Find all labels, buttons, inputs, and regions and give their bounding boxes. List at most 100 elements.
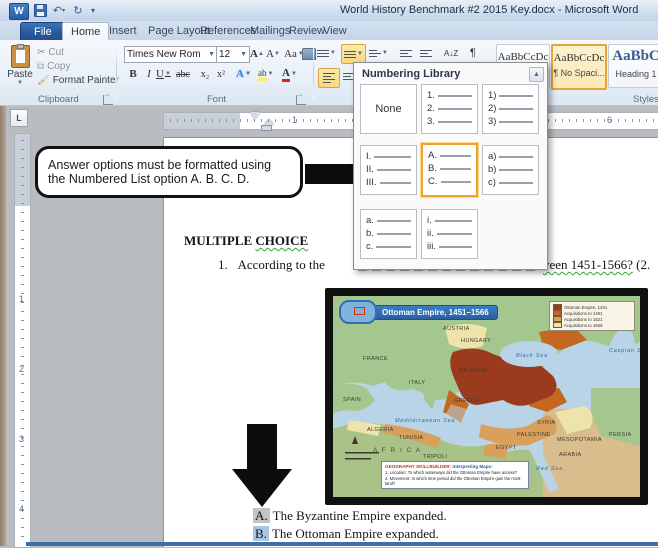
italic-button[interactable]: I <box>142 66 156 82</box>
map-label: SYRIA <box>537 420 556 426</box>
grow-font-button[interactable]: A ▲ <box>250 46 264 62</box>
vertical-ruler[interactable]: 1234 <box>14 133 31 548</box>
format-painter-button[interactable]: 🖌 Format Painter <box>37 74 119 87</box>
map-label: BALKANS <box>459 368 488 374</box>
save-button[interactable] <box>33 3 47 18</box>
copy-button[interactable]: ⧉ Copy <box>37 60 71 73</box>
answer-b: B. The Ottoman Empire expanded. <box>253 526 439 541</box>
clipboard-dialog-launcher[interactable] <box>103 95 113 105</box>
underline-button[interactable]: U ▼ <box>156 66 171 82</box>
scroll-up-button[interactable]: ▲ <box>529 67 544 82</box>
numbering-option-none[interactable]: None <box>360 84 417 134</box>
legend-swatch <box>553 322 562 328</box>
increase-indent-button[interactable] <box>419 45 433 61</box>
highlight-button[interactable]: ab ▼ <box>258 66 273 82</box>
strikethrough-button[interactable]: abc <box>176 66 190 82</box>
decrease-indent-button[interactable] <box>399 45 413 61</box>
map-label: PERSIA <box>609 432 632 438</box>
ruler-margin-area <box>164 113 240 129</box>
left-indent-marker[interactable] <box>261 125 272 131</box>
answer-b-letter: B. <box>253 526 269 541</box>
status-bar-edge <box>26 542 658 546</box>
group-divider <box>313 43 314 99</box>
numbering-button[interactable]: ▼ <box>341 44 366 64</box>
map-legend: Ottoman Empire, 1451 Acquisitions to 148… <box>549 301 635 331</box>
numbering-option-1p2p3p[interactable]: 1) 2) 3) <box>482 84 539 134</box>
style-chip-heading1[interactable]: AaBbC Heading 1 <box>608 44 658 88</box>
sort-button[interactable]: A↓Z <box>444 45 458 61</box>
map-label: SPAIN <box>343 397 362 403</box>
font-dialog-launcher[interactable] <box>296 95 306 105</box>
text-effects-button[interactable]: A ▼ <box>236 66 251 82</box>
shrink-font-button[interactable]: A ▼ <box>266 46 280 62</box>
numbering-option-123[interactable]: 1. 2. 3. <box>421 84 478 134</box>
numbering-option-roman-upper[interactable]: I. II. III. <box>360 145 417 195</box>
word-logo-icon: W <box>9 3 29 20</box>
align-left-button[interactable] <box>318 68 340 88</box>
map-label: ALGERIA <box>367 427 394 433</box>
map-label: PALESTINE <box>517 432 551 438</box>
styles-group-label: Styles <box>633 94 658 105</box>
redo-button[interactable]: ↻ <box>71 3 85 18</box>
question-text-right: veen 1451-1566? (2. <box>543 257 651 272</box>
answer-a: A. The Byzantine Empire expanded. <box>253 508 447 523</box>
show-paragraph-marks-button[interactable]: ¶ <box>466 45 480 61</box>
paste-dropdown-arrow[interactable]: ▼ <box>5 80 35 86</box>
multilevel-list-button[interactable]: ▼ <box>369 45 388 61</box>
bullets-icon <box>317 48 329 59</box>
paste-icon <box>10 44 30 68</box>
map-label: ARABIA <box>559 452 582 458</box>
numbering-option-abc-paren[interactable]: a) b) c) <box>482 145 539 195</box>
map-label: EGYPT <box>496 445 517 451</box>
map-label: Red Sea <box>536 466 564 472</box>
map-label: Black Sea <box>516 353 548 359</box>
bullets-button[interactable]: ▼ <box>317 45 336 61</box>
font-name-combo[interactable]: Times New Rom ▼ <box>124 46 218 63</box>
tab-file[interactable]: File <box>20 22 66 42</box>
paste-button[interactable]: Paste ▼ <box>5 44 35 100</box>
indent-icon <box>420 48 432 59</box>
map-image[interactable]: FRANCE SPAIN ITALY AUSTRIA HUNGARY BALKANS GRE… <box>325 288 648 505</box>
map-label: A F R I C A <box>373 447 422 454</box>
first-line-indent-marker[interactable] <box>250 112 260 119</box>
globe-locator-icon <box>339 300 377 324</box>
scissors-icon: ✂ <box>37 47 46 58</box>
cut-button[interactable]: ✂ Cut <box>37 46 64 59</box>
format-painter-icon: 🖌 <box>37 75 50 86</box>
clipboard-group-label: Clipboard <box>38 94 79 105</box>
map-label: Caspian Sea <box>609 348 640 354</box>
style-chip-no-spacing[interactable]: AaBbCcDc ¶ No Spaci... <box>551 44 607 90</box>
redo-icon: ↻ <box>73 5 83 17</box>
font-size-combo[interactable]: 12 ▼ <box>216 46 250 63</box>
bold-button[interactable]: B <box>126 66 140 82</box>
map-label: GREECE <box>454 398 480 404</box>
numbering-library-dropdown: Numbering Library ▲ None 1. 2. 3. 1) 2) … <box>353 62 548 270</box>
multilevel-icon <box>369 48 381 59</box>
map-label: AUSTRIA <box>443 326 470 332</box>
numbering-option-abc-period[interactable]: a. b. c. <box>360 209 417 259</box>
paste-label: Paste <box>7 69 33 80</box>
heading-multiple-choice: MULTIPLE CHOICE <box>184 233 309 248</box>
tab-insert[interactable]: Insert <box>101 22 145 40</box>
ribbon-tab-row: File Home Insert Page Layout References … <box>0 21 658 42</box>
numbering-option-ABC-selected[interactable]: A. B. C. <box>421 143 478 197</box>
map-label: Mediterranean Sea <box>395 418 456 424</box>
ruler-margin-area <box>15 134 30 206</box>
map-label: MESOPOTAMIA <box>557 437 602 443</box>
map-label: ITALY <box>409 380 426 386</box>
undo-icon: ↶ <box>52 5 63 17</box>
numbering-library-title: Numbering Library <box>362 68 461 80</box>
copy-icon: ⧉ <box>37 61 45 72</box>
numbering-option-roman-lower[interactable]: i. ii. iii. <box>421 209 478 259</box>
tab-selector[interactable]: L <box>10 109 28 127</box>
tab-view[interactable]: View <box>315 22 355 40</box>
superscript-button[interactable]: x² <box>214 66 228 82</box>
map-title-banner: Ottoman Empire, 1451–1566 <box>339 300 498 324</box>
change-case-button[interactable]: Aa ▼ <box>284 46 304 62</box>
subscript-button[interactable]: x₂ <box>198 66 212 82</box>
font-color-button[interactable]: A ▼ <box>282 66 297 82</box>
undo-button[interactable]: ↶ ▾ <box>50 3 68 18</box>
numbering-icon <box>344 49 356 60</box>
qat-customize-button[interactable]: ▾ <box>88 3 98 18</box>
outdent-icon <box>400 48 412 59</box>
